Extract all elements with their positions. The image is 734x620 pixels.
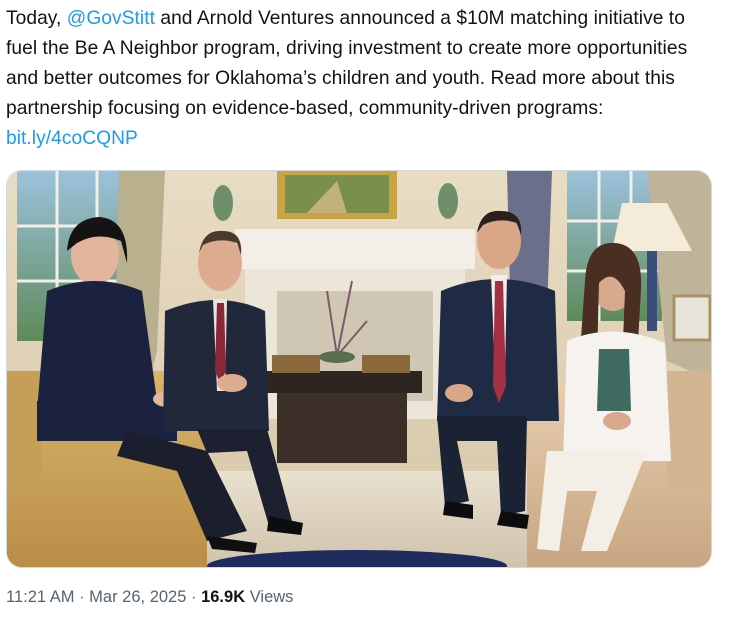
tweet-photo[interactable]	[6, 170, 712, 568]
scrollbar-track[interactable]	[726, 0, 734, 620]
views-label: Views	[245, 588, 294, 606]
mention-link[interactable]: @GovStitt	[67, 8, 155, 29]
url-link[interactable]: bit.ly/4coCQNP	[6, 128, 138, 149]
meta-separator-1: ·	[74, 588, 90, 606]
photo-illustration	[7, 171, 711, 567]
views-count[interactable]: 16.9K	[201, 588, 245, 606]
tweet-meta: 11:21 AM · Mar 26, 2025 · 16.9K Views	[6, 588, 293, 607]
tweet-time[interactable]: 11:21 AM	[6, 588, 75, 606]
tweet-text-part-1: Today,	[6, 8, 67, 29]
tweet-text: Today, @GovStitt and Arnold Ventures ann…	[6, 4, 721, 154]
meta-separator-2: ·	[186, 588, 202, 606]
tweet-date[interactable]: Mar 26, 2025	[89, 588, 186, 606]
